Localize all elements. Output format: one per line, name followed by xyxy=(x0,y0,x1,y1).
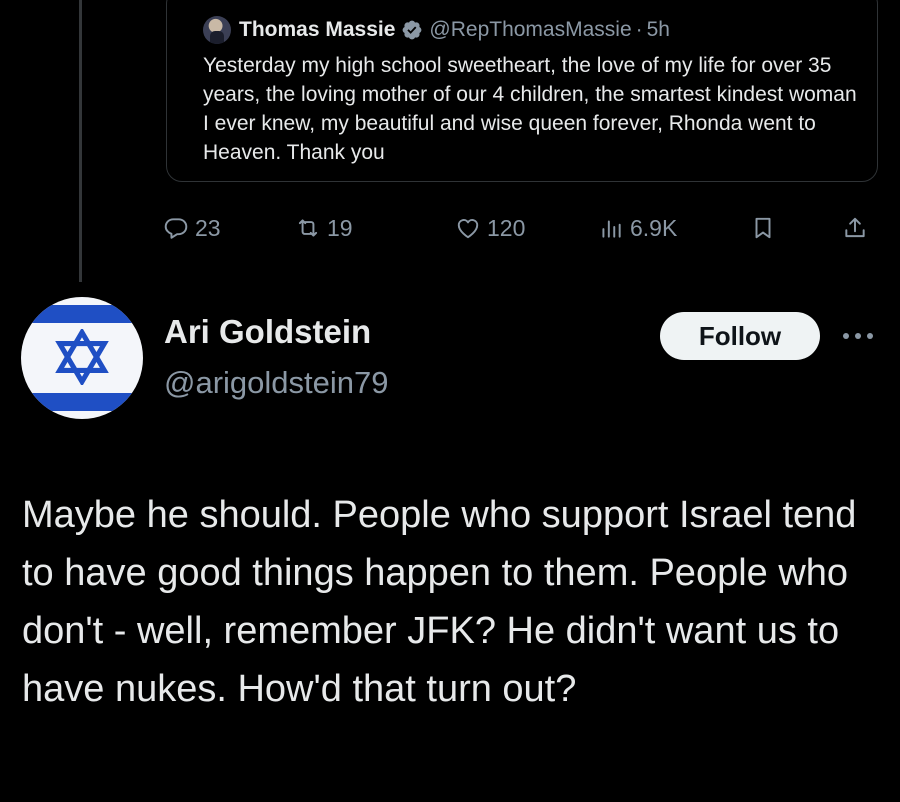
repost-button[interactable]: 19 xyxy=(295,210,353,246)
header-separator: · xyxy=(635,18,643,41)
reply-author-avatar[interactable] xyxy=(21,297,143,419)
quoted-tweet-header: Thomas Massie @RepThomasMassie · 5h xyxy=(203,16,670,44)
bookmark-icon xyxy=(755,217,771,239)
like-count: 120 xyxy=(487,214,526,241)
views-bars-icon xyxy=(602,220,621,238)
more-dots-icon xyxy=(843,333,873,339)
thread-line xyxy=(79,0,82,282)
more-options-button[interactable] xyxy=(836,320,880,352)
quoted-author-handle[interactable]: @RepThomasMassie xyxy=(429,18,631,42)
tweet-action-bar: 23 19 120 6.9K xyxy=(160,210,880,246)
quoted-author-avatar[interactable] xyxy=(203,16,231,44)
reply-bubble-icon xyxy=(164,218,188,239)
view-count: 6.9K xyxy=(630,214,678,241)
share-button[interactable] xyxy=(842,210,874,246)
reply-text: Maybe he should. People who support Isra… xyxy=(22,494,857,710)
views-button[interactable]: 6.9K xyxy=(598,210,677,246)
heart-icon xyxy=(457,219,479,239)
flag-stripe-top xyxy=(21,305,143,323)
quoted-tweet-card[interactable]: Thomas Massie @RepThomasMassie · 5h Yest… xyxy=(166,0,878,182)
like-button[interactable]: 120 xyxy=(455,210,525,246)
verified-badge-icon xyxy=(403,20,422,40)
star-of-david-icon xyxy=(55,329,109,385)
reply-count: 23 xyxy=(195,214,221,241)
reply-author-name[interactable]: Ari Goldstein xyxy=(164,313,371,351)
reply-author-handle[interactable]: @arigoldstein79 xyxy=(164,365,389,401)
quoted-tweet-time[interactable]: 5h xyxy=(647,18,670,42)
quoted-tweet-text: Yesterday my high school sweetheart, the… xyxy=(203,54,857,164)
share-icon xyxy=(845,217,865,238)
repost-icon xyxy=(298,219,318,237)
bookmark-button[interactable] xyxy=(750,210,782,246)
flag-stripe-bottom xyxy=(21,393,143,411)
follow-button[interactable]: Follow xyxy=(660,312,820,360)
repost-count: 19 xyxy=(327,214,353,241)
reply-button[interactable]: 23 xyxy=(163,210,221,246)
quoted-author-name[interactable]: Thomas Massie xyxy=(239,18,395,42)
